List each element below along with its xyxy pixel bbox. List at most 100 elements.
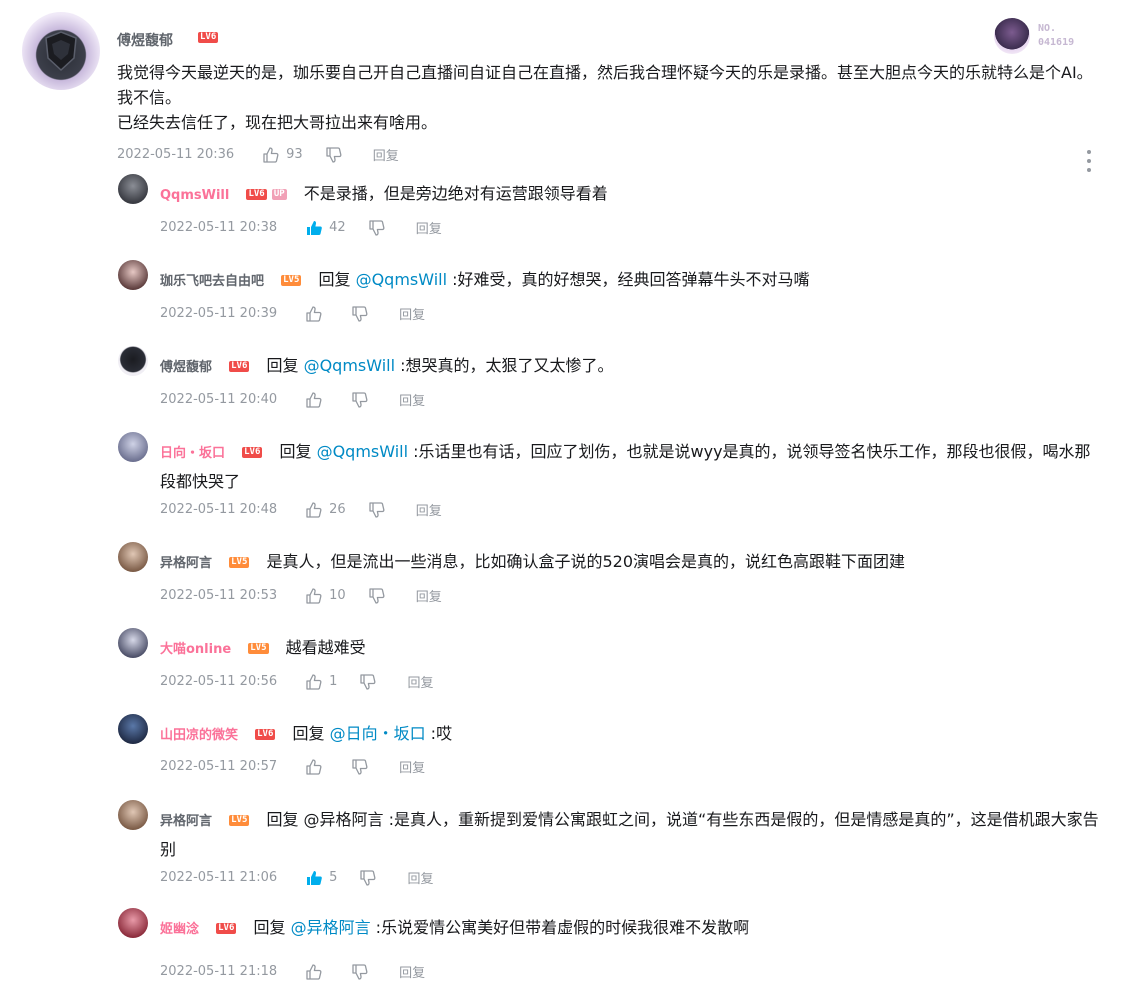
root-comment-info: 2022-05-11 20:36 93 回复: [117, 145, 399, 164]
reply-reply-button[interactable]: 回复: [399, 757, 425, 776]
reply-mention-link[interactable]: @日向・坂口: [330, 724, 426, 743]
reply-mention-link[interactable]: @异格阿言: [291, 918, 371, 937]
thumbs-up-icon: [306, 963, 322, 980]
reply-level-badge: LV5: [229, 815, 250, 826]
reply-prefix: 回复: [279, 442, 317, 461]
reply-username[interactable]: 大喵online: [160, 642, 231, 657]
reply-dislike-button[interactable]: [351, 391, 369, 409]
reply-like-button[interactable]: 5: [305, 869, 337, 887]
reply-like-count: 5: [329, 870, 338, 885]
reply-username[interactable]: 异格阿言: [160, 814, 212, 829]
reply-time: 2022-05-11 21:06: [160, 870, 278, 885]
reply-time: 2022-05-11 20:53: [160, 588, 278, 603]
reply-info: 2022-05-11 20:57 回复: [160, 757, 425, 776]
reply-dislike-button[interactable]: [359, 869, 377, 887]
thumbs-up-icon: [307, 220, 322, 235]
reply-like-button[interactable]: 10: [305, 587, 346, 605]
root-like-button[interactable]: 93: [262, 146, 303, 164]
reply-avatar[interactable]: [118, 260, 148, 290]
reply-username[interactable]: 姬幽淰: [160, 922, 199, 937]
reply-avatar[interactable]: [118, 908, 148, 938]
reply-username[interactable]: 日向・坂口: [160, 446, 225, 461]
reply-time: 2022-05-11 20:39: [160, 306, 278, 321]
reply-like-button[interactable]: [305, 758, 329, 776]
reply-avatar[interactable]: [118, 346, 148, 376]
reply-time: 2022-05-11 21:18: [160, 964, 278, 979]
thumbs-up-icon: [306, 501, 322, 518]
reply-reply-button[interactable]: 回复: [416, 500, 442, 519]
reply-content: 山田凉的微笑 LV6 回复 @日向・坂口 :哎: [160, 720, 1100, 750]
reply-avatar[interactable]: [118, 800, 148, 830]
reply-text: 是真人，但是流出一些消息，比如确认盒子说的520演唱会是真的，说红色高跟鞋下面团…: [266, 552, 906, 571]
reply-avatar[interactable]: [118, 174, 148, 204]
reply-like-button[interactable]: [305, 963, 329, 981]
thumbs-down-icon: [352, 391, 368, 408]
reply-username[interactable]: 山田凉的微笑: [160, 728, 238, 743]
root-comment-content: 我觉得今天最逆天的是，珈乐要自己开自己直播间自证自己在直播，然后我合理怀疑今天的…: [117, 60, 1107, 135]
root-dislike-button[interactable]: [325, 146, 343, 164]
fan-badge[interactable]: NO. 041619: [994, 18, 1090, 54]
reply-reply-button[interactable]: 回复: [416, 218, 442, 237]
more-options-icon[interactable]: [1082, 150, 1096, 172]
reply-mention-link[interactable]: @QqmsWill: [356, 270, 447, 289]
reply-info: 2022-05-11 20:39 回复: [160, 304, 425, 323]
root-username[interactable]: 傅煜馥郁: [117, 30, 173, 50]
reply-dislike-button[interactable]: [368, 501, 386, 519]
reply-reply-button[interactable]: 回复: [407, 868, 433, 887]
reply-reply-button[interactable]: 回复: [407, 672, 433, 691]
reply-avatar[interactable]: [118, 542, 148, 572]
fan-badge-avatar: [994, 18, 1030, 54]
reply-username[interactable]: 异格阿言: [160, 556, 212, 571]
reply-time: 2022-05-11 20:48: [160, 502, 278, 517]
reply-prefix: 回复: [318, 270, 356, 289]
reply-content: 姬幽淰 LV6 回复 @异格阿言 :乐说爱情公寓美好但带着虚假的时候我很难不发散…: [160, 914, 1100, 944]
reply-mention-link[interactable]: @QqmsWill: [317, 442, 408, 461]
reply-level-badge: LV5: [281, 275, 302, 286]
reply-like-button[interactable]: [305, 391, 329, 409]
reply-avatar[interactable]: [118, 628, 148, 658]
reply-content: 大喵online LV5 越看越难受: [160, 634, 1100, 664]
reply-prefix: 回复: [266, 356, 304, 375]
reply-dislike-button[interactable]: [368, 587, 386, 605]
reply-avatar[interactable]: [118, 714, 148, 744]
reply-info: 2022-05-11 21:06 5 回复: [160, 868, 433, 887]
root-user-avatar[interactable]: [22, 12, 100, 90]
reply-username[interactable]: 傅煜馥郁: [160, 360, 212, 375]
reply-info: 2022-05-11 20:48 26 回复: [160, 500, 442, 519]
reply-mention-link[interactable]: @QqmsWill: [304, 356, 395, 375]
reply-dislike-button[interactable]: [351, 963, 369, 981]
reply-text: 越看越难受: [285, 638, 366, 657]
reply-dislike-button[interactable]: [359, 673, 377, 691]
reply-info: 2022-05-11 20:56 1 回复: [160, 672, 433, 691]
root-level-badge: LV6: [198, 32, 219, 43]
up-badge: UP: [271, 189, 287, 200]
reply-time: 2022-05-11 20:57: [160, 759, 278, 774]
thumbs-down-icon: [369, 501, 385, 518]
reply-avatar[interactable]: [118, 432, 148, 462]
reply-username[interactable]: QqmsWill: [160, 188, 229, 203]
reply-reply-button[interactable]: 回复: [416, 586, 442, 605]
reply-text: :乐说爱情公寓美好但带着虚假的时候我很难不发散啊: [375, 918, 750, 937]
reply-info: 2022-05-11 20:40 回复: [160, 390, 425, 409]
reply-dislike-button[interactable]: [351, 305, 369, 323]
reply-reply-button[interactable]: 回复: [399, 390, 425, 409]
reply-like-button[interactable]: 1: [305, 673, 337, 691]
reply-dislike-button[interactable]: [351, 758, 369, 776]
reply-reply-button[interactable]: 回复: [399, 962, 425, 981]
reply-info: 2022-05-11 20:38 42 回复: [160, 218, 442, 237]
reply-like-button[interactable]: 26: [305, 501, 346, 519]
fan-badge-line2: 041619: [1038, 37, 1075, 48]
reply-content: 异格阿言 LV5 回复 @异格阿言 :是真人，重新提到爱情公寓跟虹之间，说道“有…: [160, 806, 1100, 864]
thumbs-down-icon: [360, 869, 376, 886]
reply-dislike-button[interactable]: [368, 219, 386, 237]
reply-reply-button[interactable]: 回复: [399, 304, 425, 323]
reply-like-button[interactable]: 42: [305, 219, 346, 237]
reply-username[interactable]: 珈乐飞吧去自由吧: [160, 274, 264, 289]
reply-like-button[interactable]: [305, 305, 329, 323]
reply-time: 2022-05-11 20:38: [160, 220, 278, 235]
thumbs-up-icon: [306, 391, 322, 408]
reply-like-count: 42: [329, 220, 346, 235]
reply-text: :想哭真的，太狠了又太惨了。: [400, 356, 614, 375]
reply-level-badge: LV5: [229, 557, 250, 568]
root-reply-button[interactable]: 回复: [373, 145, 399, 164]
